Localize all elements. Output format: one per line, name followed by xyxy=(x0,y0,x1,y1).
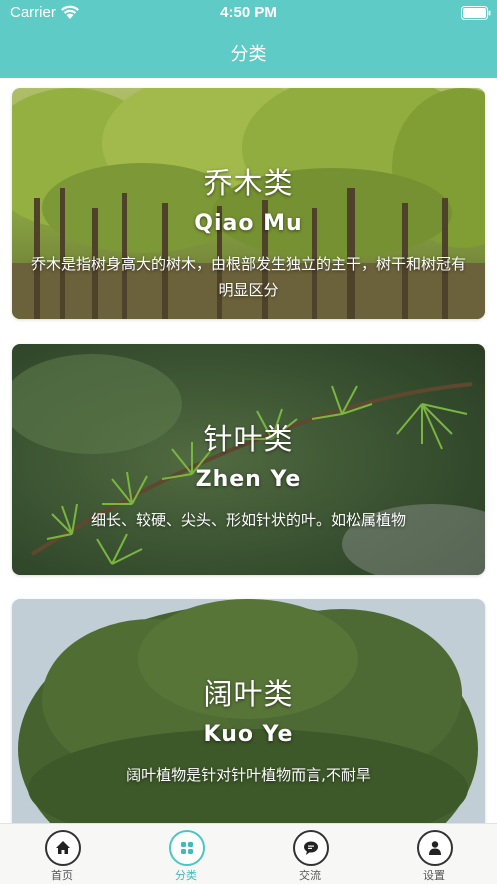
home-icon xyxy=(56,841,70,854)
category-description: 阔叶植物是针对针叶植物而言,不耐旱 xyxy=(126,766,371,784)
category-description: 细长、较硬、尖头、形如针状的叶。如松属植物 xyxy=(90,511,406,529)
page-title: 分类 xyxy=(230,44,267,65)
category-pinyin: Zhen Ye xyxy=(195,467,302,492)
category-card-zhenye[interactable]: 针叶类 Zhen Ye 细长、较硬、尖头、形如针状的叶。如松属植物 xyxy=(12,344,485,575)
person-icon xyxy=(429,841,441,855)
tab-chat[interactable]: 交流 xyxy=(271,824,351,884)
category-title: 阔叶类 xyxy=(203,677,294,711)
status-bar: Carrier 4:50 PM xyxy=(0,0,497,26)
chat-icon xyxy=(304,841,318,855)
tab-label: 交流 xyxy=(299,869,321,882)
app-header: Carrier 4:50 PM 分类 xyxy=(0,0,497,78)
category-card-kuoye[interactable]: 阔叶类 Kuo Ye 阔叶植物是针对针叶植物而言,不耐旱 xyxy=(12,599,485,830)
tab-label: 分类 xyxy=(175,869,197,882)
tab-settings[interactable]: 设置 xyxy=(395,824,475,884)
tab-label: 首页 xyxy=(51,869,73,882)
tab-category[interactable]: 分类 xyxy=(147,824,227,884)
category-pinyin: Kuo Ye xyxy=(203,722,294,747)
clock: 4:50 PM xyxy=(220,4,277,21)
category-title: 乔木类 xyxy=(203,166,294,200)
category-description: 乔木是指树身高大的树木，由根部发生独立的主干，树干和树冠有明显区分 xyxy=(30,255,466,299)
tab-home[interactable]: 首页 xyxy=(23,824,103,884)
category-pinyin: Qiao Mu xyxy=(194,211,303,236)
category-card-qiaomu[interactable]: 乔木类 Qiao Mu 乔木是指树身高大的树木，由根部发生独立的主干，树干和树冠… xyxy=(12,88,485,319)
battery-icon xyxy=(461,6,491,20)
grid-icon xyxy=(181,842,193,854)
tab-label: 设置 xyxy=(423,869,445,882)
category-title: 针叶类 xyxy=(203,422,294,456)
tab-bar: 首页 分类 交流 设置 xyxy=(0,823,497,884)
